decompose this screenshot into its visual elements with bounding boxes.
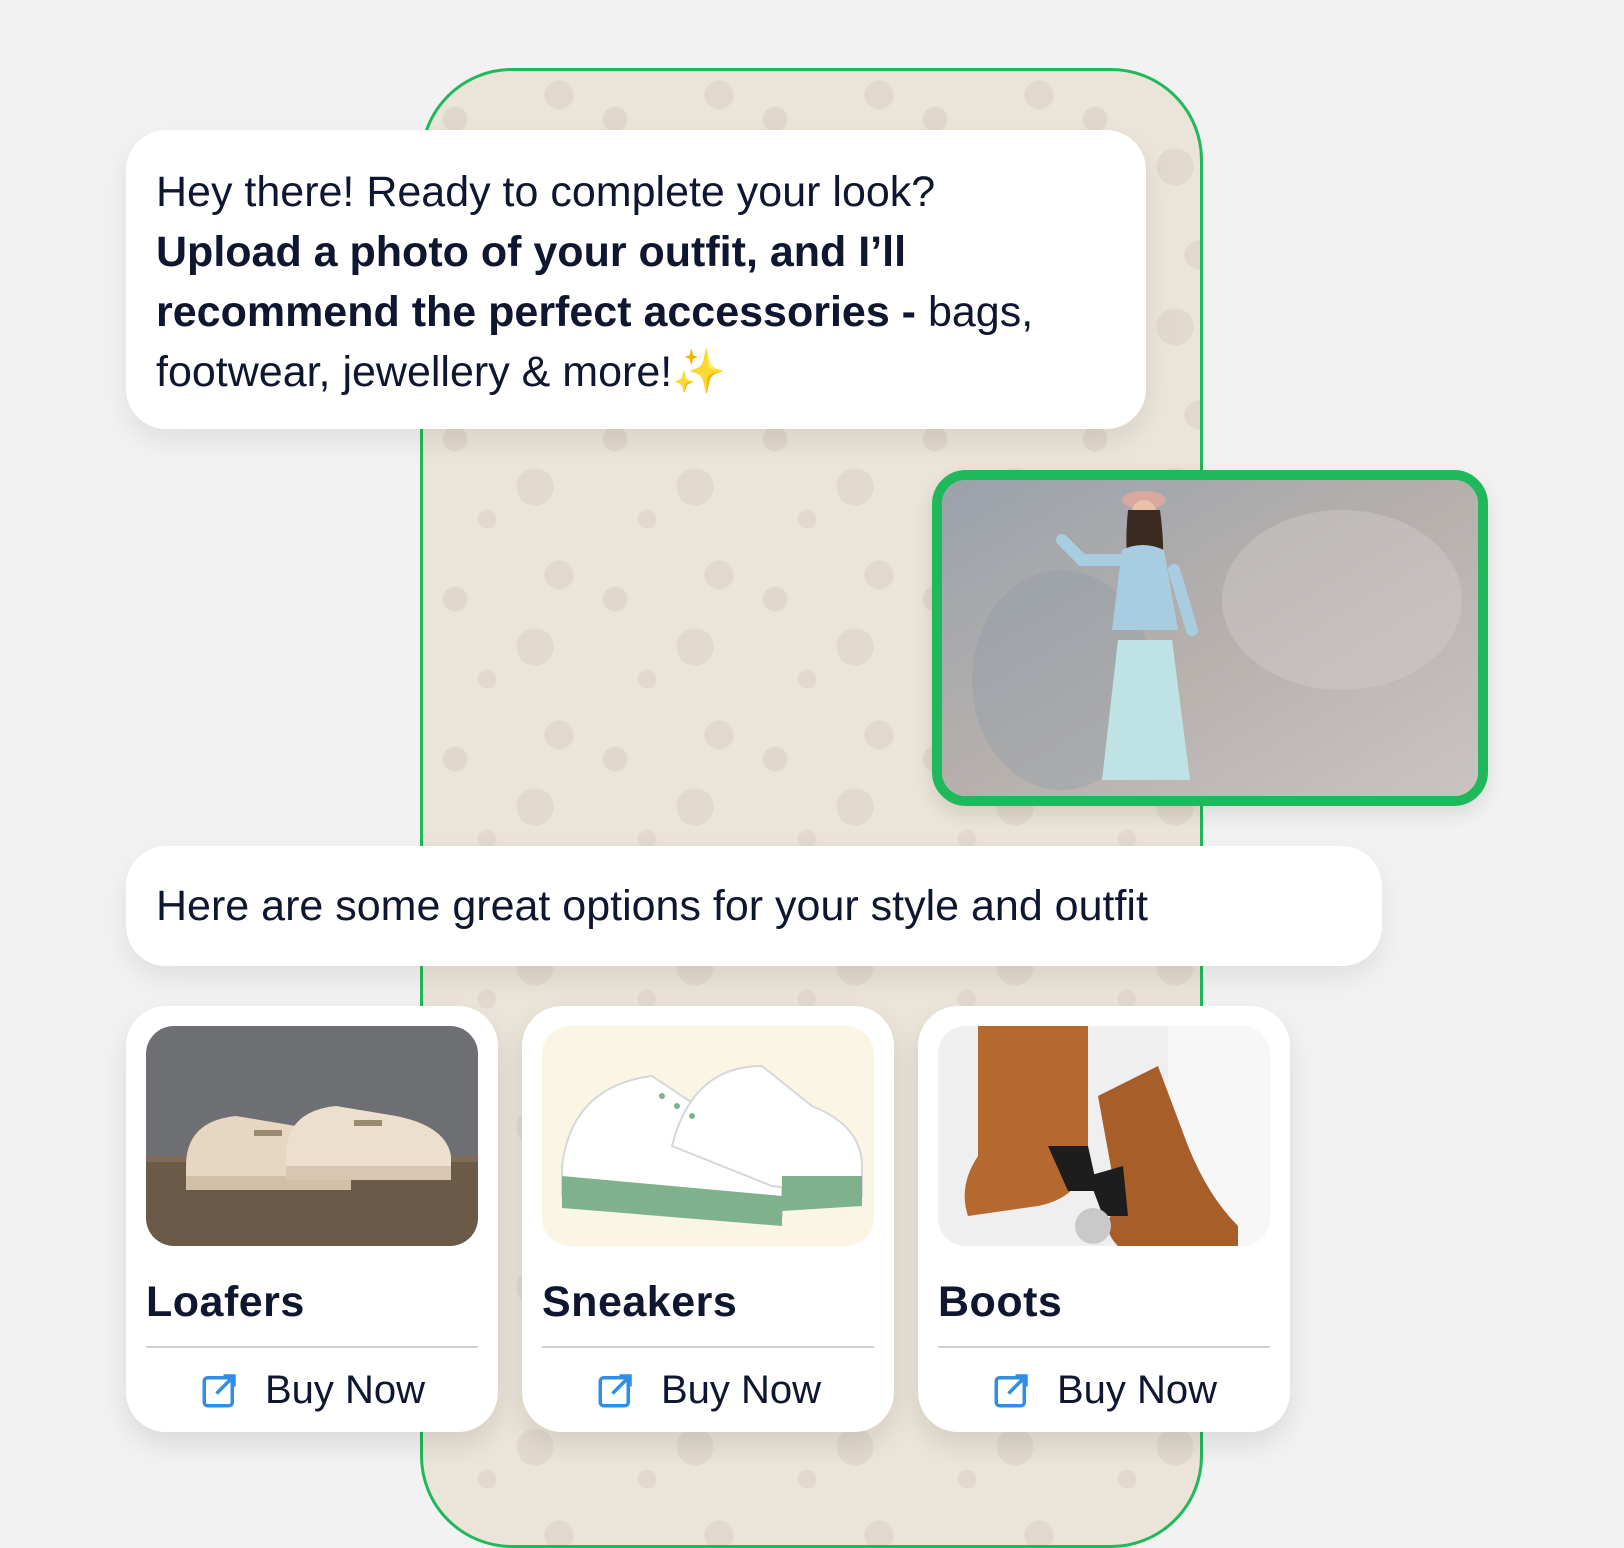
sneakers-image <box>542 1026 874 1246</box>
card-divider <box>938 1346 1270 1348</box>
product-name: Sneakers <box>542 1278 738 1326</box>
buy-now-button[interactable]: Buy Now <box>522 1360 894 1420</box>
buy-now-button[interactable]: Buy Now <box>126 1360 498 1420</box>
intro-bold-text: Upload a photo of your outfit, and I’ll … <box>156 228 916 336</box>
buy-now-button[interactable]: Buy Now <box>918 1360 1290 1420</box>
product-card-boots[interactable]: Boots Buy Now <box>918 1006 1290 1432</box>
product-name: Loafers <box>146 1278 305 1326</box>
buy-now-label: Buy Now <box>264 1367 426 1412</box>
product-name: Boots <box>938 1278 1063 1326</box>
intro-message-bubble: Hey there! Ready to complete your look? … <box>126 130 1146 429</box>
uploaded-outfit-photo[interactable] <box>932 470 1488 806</box>
loafers-image <box>146 1026 478 1246</box>
product-card-loafers[interactable]: Loafers Buy Now <box>126 1006 498 1432</box>
external-link-icon <box>994 1374 1028 1408</box>
boots-image <box>938 1026 1270 1246</box>
reply-text: Here are some great options for your sty… <box>156 882 1148 930</box>
reply-message-bubble: Here are some great options for your sty… <box>126 846 1382 966</box>
external-link-icon <box>598 1374 632 1408</box>
external-link-icon <box>202 1374 236 1408</box>
buy-now-label: Buy Now <box>1056 1367 1218 1412</box>
product-card-sneakers[interactable]: Sneakers Buy Now <box>522 1006 894 1432</box>
buy-now-label: Buy Now <box>660 1367 822 1412</box>
intro-line: Hey there! Ready to complete your look? <box>156 168 936 216</box>
sparkles-icon: ✨ <box>672 348 726 396</box>
card-divider <box>146 1346 478 1348</box>
card-divider <box>542 1346 874 1348</box>
